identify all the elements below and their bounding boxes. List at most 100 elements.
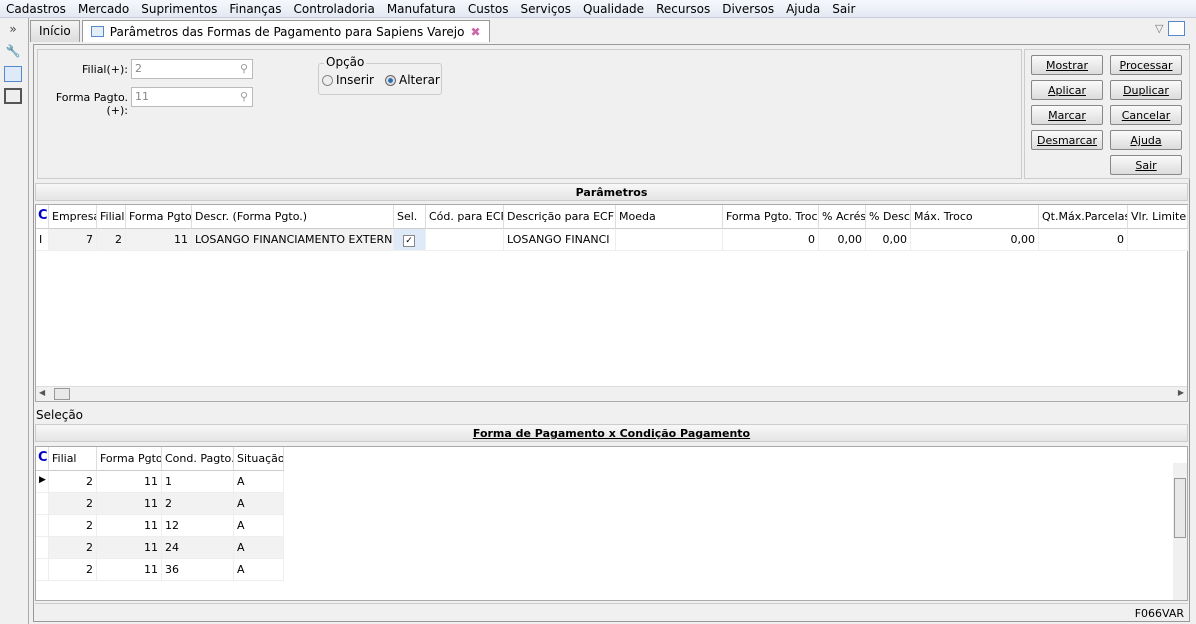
checkbox[interactable]: ✓ <box>403 235 415 247</box>
tab-inicio[interactable]: Início <box>30 20 80 42</box>
maximize-icon[interactable] <box>1168 21 1185 36</box>
menu-9[interactable]: Recursos <box>650 0 716 17</box>
cell-cond[interactable]: 12 <box>162 515 234 537</box>
cond-header: Forma de Pagamento x Condição Pagamento <box>35 424 1188 442</box>
row-indicator[interactable] <box>36 559 49 581</box>
wrench-icon[interactable]: 🔧 <box>4 44 22 60</box>
cell-desc_ecf: LOSANGO FINANCI <box>504 229 616 251</box>
column-header[interactable]: Descrição para ECF <box>504 205 616 229</box>
forma-input[interactable]: 11 ⚲ <box>131 87 253 107</box>
cell-cond[interactable]: 1 <box>162 471 234 493</box>
cell-max_troco: 0,00 <box>911 229 1039 251</box>
row-indicator[interactable] <box>36 493 49 515</box>
cell-descr: LOSANGO FINANCIAMENTO EXTERNO <box>192 229 394 251</box>
processar-button[interactable]: Processar <box>1110 55 1182 75</box>
expand-icon[interactable]: » <box>4 22 22 38</box>
cancelar-button[interactable]: Cancelar <box>1110 105 1182 125</box>
column-header[interactable]: % Desc. <box>866 205 911 229</box>
cell-cond[interactable]: 36 <box>162 559 234 581</box>
selecao-label: Seleção <box>36 408 84 422</box>
horizontal-scrollbar[interactable]: ◀ ▶ <box>36 386 1187 401</box>
menu-3[interactable]: Finanças <box>223 0 287 17</box>
menu-1[interactable]: Mercado <box>72 0 135 17</box>
column-header[interactable]: Forma Pgto. Troco <box>723 205 819 229</box>
column-header[interactable]: % Acrés. <box>819 205 866 229</box>
cell-sit[interactable]: A <box>234 493 284 515</box>
column-header[interactable]: Cond. Pagto. <box>162 447 234 471</box>
menu-2[interactable]: Suprimentos <box>135 0 223 17</box>
menu-5[interactable]: Manufatura <box>381 0 462 17</box>
column-header[interactable]: Empresa <box>49 205 97 229</box>
menu-6[interactable]: Custos <box>462 0 515 17</box>
row-indicator[interactable] <box>36 537 49 559</box>
column-header[interactable]: Forma Pgto. <box>97 447 162 471</box>
menu-12[interactable]: Sair <box>826 0 861 17</box>
column-header[interactable]: Moeda <box>616 205 723 229</box>
cell-desc: 0,00 <box>866 229 911 251</box>
ajuda-button[interactable]: Ajuda <box>1110 130 1182 150</box>
cell-filial[interactable]: 2 <box>49 471 97 493</box>
parametros-grid: C Empresa Filial Forma Pgto. Descr. (Forma P… <box>35 204 1188 402</box>
column-header[interactable]: Vlr. Limite <box>1128 205 1188 229</box>
cell-qt_parcelas: 0 <box>1039 229 1128 251</box>
column-header[interactable]: Descr. (Forma Pgto.) <box>192 205 394 229</box>
cell-sit[interactable]: A <box>234 471 284 493</box>
tab-menu-icon[interactable]: ▽ <box>1155 22 1163 35</box>
cell-cond[interactable]: 24 <box>162 537 234 559</box>
left-toolbar: » 🔧 <box>0 18 29 624</box>
radio-inserir[interactable]: Inserir <box>322 73 374 87</box>
form-code: F066VAR <box>1134 607 1184 620</box>
tab-label: Parâmetros das Formas de Pagamento para … <box>109 24 465 39</box>
parametros-header: Parâmetros <box>35 183 1188 201</box>
marcar-button[interactable]: Marcar <box>1031 105 1103 125</box>
cell-forma[interactable]: 11 <box>97 515 162 537</box>
column-header[interactable]: Forma Pgto. <box>126 205 192 229</box>
menu-10[interactable]: Diversos <box>716 0 780 17</box>
report-icon[interactable] <box>4 88 22 104</box>
form-icon[interactable] <box>4 66 22 82</box>
cell-sel[interactable]: ✓ <box>394 229 426 251</box>
close-icon[interactable]: ✖ <box>470 25 480 39</box>
column-header[interactable]: C <box>36 205 49 229</box>
menu-4[interactable]: Controladoria <box>288 0 381 17</box>
cell-cond[interactable]: 2 <box>162 493 234 515</box>
cell-filial[interactable]: 2 <box>49 493 97 515</box>
column-header[interactable]: Filial <box>97 205 126 229</box>
cell-sit[interactable]: A <box>234 515 284 537</box>
cell-filial[interactable]: 2 <box>49 559 97 581</box>
cell-filial[interactable]: 2 <box>49 537 97 559</box>
column-header[interactable]: Filial <box>49 447 97 471</box>
desmarcar-button[interactable]: Desmarcar <box>1031 130 1103 150</box>
menu-bar: Cadastros Mercado Suprimentos Finanças Contr… <box>0 0 1196 18</box>
tab-parametros[interactable]: Parâmetros das Formas de Pagamento para … <box>81 20 490 42</box>
column-header[interactable]: Qt.Máx.Parcelas <box>1039 205 1128 229</box>
column-header[interactable]: C <box>36 447 49 471</box>
cell-sit[interactable]: A <box>234 559 284 581</box>
radio-alterar[interactable]: Alterar <box>385 73 440 87</box>
scroll-thumb <box>54 388 70 400</box>
row-indicator[interactable] <box>36 515 49 537</box>
cell-moeda <box>616 229 723 251</box>
cell-forma[interactable]: 11 <box>97 493 162 515</box>
aplicar-button[interactable]: Aplicar <box>1031 80 1103 100</box>
cell-forma[interactable]: 11 <box>97 559 162 581</box>
column-header[interactable]: Sel. <box>394 205 426 229</box>
menu-11[interactable]: Ajuda <box>780 0 826 17</box>
column-header[interactable]: Situação <box>234 447 284 471</box>
cell-forma: 11 <box>126 229 192 251</box>
duplicar-button[interactable]: Duplicar <box>1110 80 1182 100</box>
cell-filial[interactable]: 2 <box>49 515 97 537</box>
column-header[interactable]: Cód. para ECF <box>426 205 504 229</box>
cell-sit[interactable]: A <box>234 537 284 559</box>
vertical-scrollbar[interactable] <box>1173 463 1187 600</box>
filial-input[interactable]: 2 ⚲ <box>131 59 253 79</box>
column-header[interactable]: Máx. Troco <box>911 205 1039 229</box>
cell-forma[interactable]: 11 <box>97 537 162 559</box>
sair-button[interactable]: Sair <box>1110 155 1182 175</box>
menu-7[interactable]: Serviços <box>514 0 577 17</box>
mostrar-button[interactable]: Mostrar <box>1031 55 1103 75</box>
menu-8[interactable]: Qualidade <box>577 0 650 17</box>
menu-0[interactable]: Cadastros <box>0 0 72 17</box>
cell-forma[interactable]: 11 <box>97 471 162 493</box>
row-indicator[interactable]: ▶ <box>36 471 49 493</box>
